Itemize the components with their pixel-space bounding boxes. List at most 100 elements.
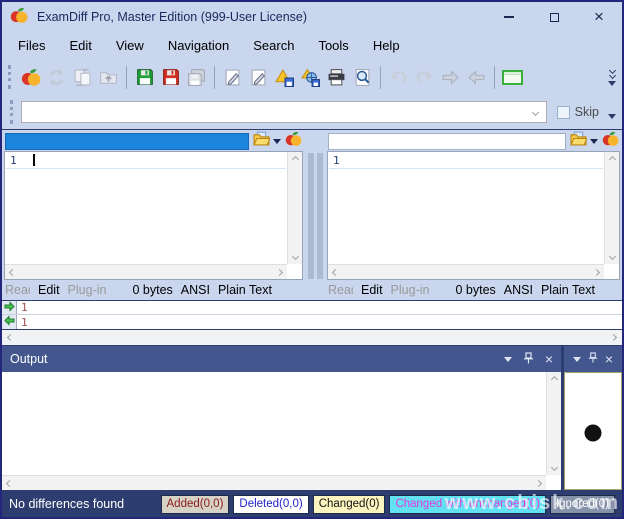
menu-bar: Files Edit View Navigation Search Tools … <box>2 32 622 59</box>
output-panel-body[interactable] <box>2 372 561 490</box>
redo-button[interactable] <box>412 65 437 90</box>
plugin-indicator[interactable]: Plug-in <box>391 283 430 297</box>
chevron-down-icon <box>608 81 616 86</box>
menu-edit[interactable]: Edit <box>57 36 103 55</box>
output-horizontal-scrollbar[interactable] <box>2 475 546 490</box>
edit-mode-indicator[interactable]: Edit <box>361 283 383 297</box>
toolbar-overflow-button[interactable] <box>608 68 618 86</box>
scroll-left-arrow[interactable] <box>7 334 14 341</box>
close-button[interactable]: × <box>592 10 606 24</box>
save-second-file-button[interactable] <box>158 65 183 90</box>
save-all-icon <box>187 68 206 87</box>
scroll-right-arrow[interactable] <box>610 334 617 341</box>
minimize-icon <box>504 16 514 18</box>
maximize-button[interactable] <box>547 10 561 24</box>
print-preview-button[interactable] <box>350 65 375 90</box>
encoding-indicator[interactable]: ANSI <box>504 283 533 297</box>
scroll-up-arrow[interactable] <box>291 156 298 163</box>
edit-second-file-button[interactable] <box>246 65 271 90</box>
arrow-left-gray-icon <box>467 68 486 87</box>
skip-checkbox[interactable] <box>557 106 570 119</box>
open-session-button[interactable] <box>96 65 121 90</box>
window-controls: × <box>502 10 614 24</box>
right-horizontal-scrollbar[interactable] <box>328 264 604 279</box>
chevron-down-icon <box>273 139 281 144</box>
left-pane-statusbar: Read Edit Plug-in 0 bytes ANSI Plain Tex… <box>4 280 303 300</box>
toolbar2-overflow-button[interactable] <box>608 114 616 119</box>
output-vertical-scrollbar[interactable] <box>546 372 561 475</box>
menu-search[interactable]: Search <box>241 36 306 55</box>
scroll-left-arrow[interactable] <box>9 268 16 275</box>
redo-icon <box>415 68 434 87</box>
right-filename-bar[interactable] <box>328 133 566 150</box>
session-combo-input[interactable] <box>22 103 526 121</box>
right-compare-button[interactable] <box>602 130 619 152</box>
scroll-left-arrow[interactable] <box>6 479 13 486</box>
scroll-down-arrow[interactable] <box>608 253 615 260</box>
print-button[interactable] <box>324 65 349 90</box>
scroll-up-arrow[interactable] <box>608 156 615 163</box>
menu-navigation[interactable]: Navigation <box>156 36 241 55</box>
next-difference-button[interactable] <box>438 65 463 90</box>
encoding-indicator[interactable]: ANSI <box>181 283 210 297</box>
syntax-indicator[interactable]: Plain Text <box>218 283 272 297</box>
edit-first-file-button[interactable] <box>220 65 245 90</box>
pin-icon[interactable] <box>588 350 598 368</box>
right-open-file-button[interactable] <box>570 131 598 151</box>
output-panel-header[interactable]: Output × <box>2 346 561 372</box>
pane-splitter[interactable] <box>305 130 325 300</box>
minimize-button[interactable] <box>502 10 516 24</box>
menu-tools[interactable]: Tools <box>306 36 360 55</box>
scroll-right-arrow[interactable] <box>276 268 283 275</box>
swap-panes-button[interactable] <box>70 65 95 90</box>
left-vertical-scrollbar[interactable] <box>287 152 302 264</box>
toolbar-grip[interactable] <box>8 65 12 89</box>
close-panel-icon[interactable]: × <box>545 353 553 365</box>
panel-menu-icon[interactable] <box>573 357 581 362</box>
save-first-file-button[interactable] <box>132 65 157 90</box>
left-compare-button[interactable] <box>285 130 302 152</box>
syntax-indicator[interactable]: Plain Text <box>541 283 595 297</box>
menu-files[interactable]: Files <box>6 36 57 55</box>
previous-difference-button[interactable] <box>464 65 489 90</box>
undo-button[interactable] <box>386 65 411 90</box>
statistics-panel-header[interactable]: × <box>564 346 622 372</box>
right-editor[interactable]: 1 <box>327 151 620 280</box>
menu-view[interactable]: View <box>104 36 156 55</box>
toolbar-grip[interactable] <box>10 100 14 124</box>
pencil-page-icon <box>223 68 242 87</box>
left-open-file-button[interactable] <box>253 131 281 151</box>
html-diff-report-button[interactable] <box>298 65 323 90</box>
line-inspector-row[interactable]: 1 <box>2 301 622 315</box>
scroll-right-arrow[interactable] <box>535 479 542 486</box>
save-differences-button[interactable] <box>272 65 297 90</box>
save-all-button[interactable] <box>184 65 209 90</box>
scroll-up-arrow[interactable] <box>550 376 557 383</box>
combo-dropdown-button[interactable] <box>526 102 546 122</box>
scroll-down-arrow[interactable] <box>550 464 557 471</box>
plugin-indicator[interactable]: Plug-in <box>68 283 107 297</box>
skip-checkbox-label[interactable]: Skip <box>575 105 599 119</box>
panel-menu-icon[interactable] <box>504 357 512 362</box>
line-inspector-row[interactable]: 1 <box>2 315 622 329</box>
menu-help[interactable]: Help <box>361 36 412 55</box>
session-combobox[interactable] <box>21 101 547 123</box>
read-only-indicator[interactable]: Read <box>5 283 30 297</box>
scroll-right-arrow[interactable] <box>593 268 600 275</box>
compare-button[interactable] <box>18 65 43 90</box>
left-editor[interactable]: 1 <box>4 151 303 280</box>
read-only-indicator[interactable]: Read <box>328 283 353 297</box>
close-panel-icon[interactable]: × <box>605 353 613 365</box>
left-filename-bar[interactable] <box>5 133 249 150</box>
inspector-horizontal-scrollbar[interactable] <box>2 330 622 345</box>
right-vertical-scrollbar[interactable] <box>604 152 619 264</box>
scroll-down-arrow[interactable] <box>291 253 298 260</box>
show-differences-only-button[interactable] <box>500 65 525 90</box>
left-horizontal-scrollbar[interactable] <box>5 264 287 279</box>
splitter-bar <box>308 153 314 279</box>
save-green-icon <box>136 68 154 86</box>
pin-icon[interactable] <box>523 352 534 367</box>
scroll-left-arrow[interactable] <box>332 268 339 275</box>
recompare-button[interactable] <box>44 65 69 90</box>
edit-mode-indicator[interactable]: Edit <box>38 283 60 297</box>
